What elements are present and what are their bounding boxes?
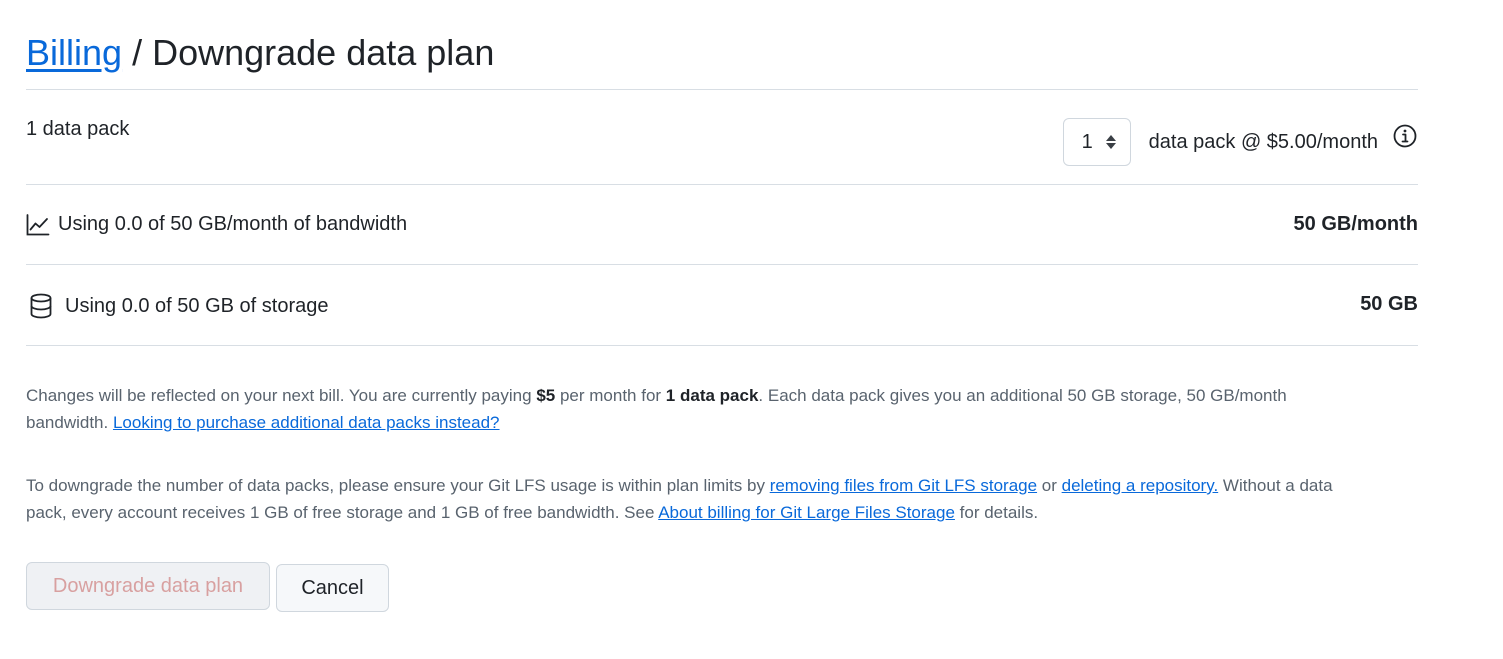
billing-breadcrumb-link[interactable]: Billing <box>26 32 122 73</box>
data-pack-quantity-input[interactable]: 1 <box>1062 118 1131 166</box>
notice-text: for details. <box>954 503 1039 522</box>
current-price: $5 <box>536 386 556 405</box>
delete-repository-link[interactable]: deleting a repository. <box>1062 476 1219 495</box>
bandwidth-row: Using 0.0 of 50 GB/month of bandwidth 50… <box>26 185 1418 265</box>
bandwidth-usage: Using 0.0 of 50 GB/month of bandwidth <box>26 213 407 236</box>
notice-text: per month for <box>555 386 666 405</box>
bandwidth-limit: 50 GB/month <box>1293 213 1418 235</box>
data-pack-quantity-value: 1 <box>1081 130 1093 153</box>
current-pack-count: 1 data pack <box>665 386 759 405</box>
notice-text: Changes will be reflected on your next b… <box>26 386 537 405</box>
storage-usage-label: Using 0.0 of 50 GB of storage <box>65 294 329 317</box>
cancel-button[interactable]: Cancel <box>276 564 389 612</box>
downgrade-notice: To downgrade the number of data packs, p… <box>26 472 1366 526</box>
notice-text: To downgrade the number of data packs, p… <box>26 476 770 495</box>
downgrade-data-plan-button[interactable]: Downgrade data plan <box>26 562 270 610</box>
storage-usage: Using 0.0 of 50 GB of storage <box>26 293 329 319</box>
data-pack-controls: 1 data pack @ $5.00/month <box>1062 118 1418 166</box>
bandwidth-usage-label: Using 0.0 of 50 GB/month of bandwidth <box>58 213 408 235</box>
data-pack-price: data pack @ $5.00/month <box>1148 130 1378 153</box>
data-pack-row: 1 data pack 1 data pack @ $5.00/month <box>26 90 1418 185</box>
storage-limit: 50 GB <box>1360 293 1418 315</box>
database-icon <box>30 293 52 319</box>
page-heading: Billing / Downgrade data plan <box>26 28 1418 90</box>
billing-notice: Changes will be reflected on your next b… <box>26 382 1366 436</box>
lfs-billing-docs-link[interactable]: About billing for Git Large Files Storag… <box>658 503 955 522</box>
data-pack-summary: 1 data pack <box>26 118 130 140</box>
page-title: Downgrade data plan <box>152 32 495 73</box>
breadcrumb-separator: / <box>132 32 143 73</box>
graph-icon <box>26 213 50 235</box>
spinner-arrows-icon[interactable] <box>1105 135 1116 149</box>
info-icon[interactable] <box>1392 123 1418 149</box>
purchase-data-packs-link[interactable]: Looking to purchase additional data pack… <box>113 413 500 432</box>
notice-text: or <box>1037 476 1062 495</box>
remove-lfs-files-link[interactable]: removing files from Git LFS storage <box>770 476 1037 495</box>
storage-row: Using 0.0 of 50 GB of storage 50 GB <box>26 265 1418 346</box>
